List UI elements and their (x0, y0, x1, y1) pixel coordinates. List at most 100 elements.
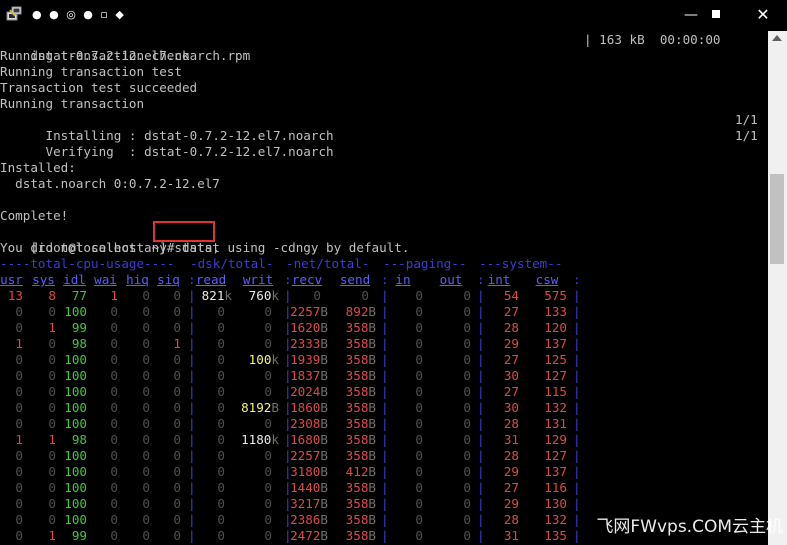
cell-siq: 0 (173, 304, 181, 319)
cell-out: 0 (463, 368, 471, 383)
cell-sys: 0 (48, 448, 56, 463)
maximize-icon (712, 10, 720, 18)
cell-usr: 0 (15, 528, 23, 543)
cell-int: 29 (503, 496, 519, 511)
command-highlight-box (153, 221, 215, 242)
cell-idl: 100 (64, 368, 87, 383)
column-separator: | (477, 320, 485, 335)
column-header-idl: idl (63, 272, 86, 287)
cell-out: 0 (463, 288, 471, 303)
cell-idl: 100 (64, 512, 87, 527)
cell-hiq: 0 (142, 288, 150, 303)
scrollbar-thumb[interactable] (770, 174, 784, 264)
cell-sys: 0 (48, 480, 56, 495)
cell-in: 0 (415, 400, 423, 415)
cell-siq: 0 (173, 480, 181, 495)
cell-recv: 3180B (290, 464, 328, 479)
group-net: -net/total- (286, 256, 370, 271)
cell-int: 27 (503, 480, 519, 495)
minimize-button[interactable]: — (680, 4, 702, 26)
group-system: ---system-- (479, 256, 563, 271)
column-header-in: in (395, 272, 411, 287)
cell-idl: 100 (64, 304, 87, 319)
cell-out: 0 (463, 400, 471, 415)
cell-usr: 0 (15, 304, 23, 319)
table-row: 0 0 100 0 0 0 0 0 3180B 412B 0 0 29 137 | | | | | (0, 464, 768, 480)
cell-int: 27 (503, 304, 519, 319)
cell-csw: 135 (544, 528, 567, 543)
column-separator: | (573, 496, 581, 511)
putty-icon[interactable] (6, 6, 22, 22)
column-header-recv: recv (291, 272, 323, 287)
cell-hiq: 0 (142, 352, 150, 367)
cell-idl: 98 (71, 336, 87, 351)
cell-out: 0 (463, 352, 471, 367)
cell-idl: 100 (64, 496, 87, 511)
cell-recv: 1939B (290, 352, 328, 367)
column-separator: | (188, 528, 196, 543)
cell-in: 0 (415, 464, 423, 479)
column-separator: | (381, 528, 389, 543)
cell-idl: 100 (64, 448, 87, 463)
cell-wai: 0 (110, 304, 118, 319)
maximize-button[interactable] (705, 4, 727, 26)
cell-send: 358B (345, 400, 376, 415)
column-separator: | (188, 320, 196, 335)
column-separator: | (188, 400, 196, 415)
column-separator: | (477, 480, 485, 495)
installing-progress: 1/1 (735, 112, 758, 127)
cell-siq: 0 (173, 368, 181, 383)
vertical-scrollbar[interactable] (768, 31, 787, 545)
close-button[interactable]: ✕ (752, 4, 774, 26)
column-separator: | (381, 288, 389, 303)
cell-csw: 125 (544, 352, 567, 367)
cell-siq: 0 (173, 496, 181, 511)
column-separator: | (188, 304, 196, 319)
cell-siq: 0 (173, 432, 181, 447)
window-title: ● ● ◎ ● ▫ ◆ (32, 8, 126, 21)
cell-out: 0 (463, 304, 471, 319)
cell-in: 0 (415, 448, 423, 463)
group-cpu: ----total-cpu-usage---- (0, 256, 175, 271)
scroll-up-arrow-icon[interactable] (772, 35, 782, 41)
cell-usr: 0 (15, 384, 23, 399)
terminal-line: Installing : dstat-0.7.2-12.el7.noarch 1… (0, 112, 768, 143)
column-separator: | (188, 416, 196, 431)
verifying-progress: 1/1 (735, 128, 758, 143)
cell-usr: 1 (15, 432, 23, 447)
cell-int: 27 (503, 352, 519, 367)
column-header-int: int (487, 272, 511, 287)
column-separator: | (573, 416, 581, 431)
cell-in: 0 (415, 512, 423, 527)
cell-siq: 0 (173, 512, 181, 527)
terminal-area[interactable]: dstat-0.7.2-12.el7.noarch.rpm | 163 kB 0… (0, 31, 768, 545)
cell-sys: 0 (48, 400, 56, 415)
cell-siq: 0 (173, 320, 181, 335)
cell-usr: 13 (7, 288, 23, 303)
column-separator: | (188, 352, 196, 367)
cell-in: 0 (415, 368, 423, 383)
cell-wai: 0 (110, 400, 118, 415)
cell-int: 28 (503, 416, 519, 431)
column-separator: | (477, 352, 485, 367)
column-separator: | (573, 400, 581, 415)
cell-usr: 0 (15, 496, 23, 511)
cell-int: 28 (503, 320, 519, 335)
cell-hiq: 0 (142, 304, 150, 319)
cell-writ: 0 (264, 464, 272, 479)
cell-wai: 0 (110, 512, 118, 527)
cell-send: 358B (345, 480, 376, 495)
terminal-line: Installed: (0, 160, 76, 175)
cell-out: 0 (463, 528, 471, 543)
cell-recv: 1860B (290, 400, 328, 415)
column-header-siq: siq (157, 272, 180, 287)
column-separator: | (188, 288, 196, 303)
cell-writ: 8192B (241, 400, 279, 415)
cell-usr: 0 (15, 464, 23, 479)
cell-wai: 0 (110, 464, 118, 479)
cell-writ: 0 (264, 448, 272, 463)
column-separator: | (381, 496, 389, 511)
column-separator: | (188, 336, 196, 351)
cell-usr: 0 (15, 416, 23, 431)
column-header-writ: writ (242, 272, 274, 287)
